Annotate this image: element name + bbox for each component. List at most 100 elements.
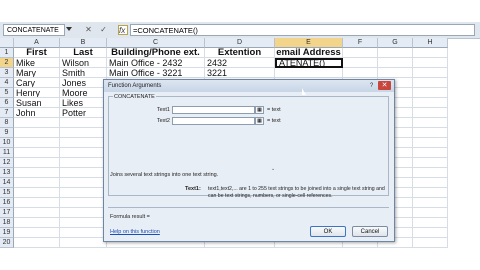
table-cell[interactable]: 2432: [205, 58, 275, 68]
column-title-cell[interactable]: Last: [60, 48, 107, 58]
table-cell[interactable]: Likes: [60, 98, 107, 108]
cell[interactable]: [60, 228, 107, 238]
cell[interactable]: [413, 168, 448, 178]
cell[interactable]: [60, 158, 107, 168]
cell[interactable]: [413, 68, 448, 78]
cell[interactable]: [14, 208, 60, 218]
row-header-3[interactable]: 3: [0, 68, 14, 78]
cell[interactable]: [60, 238, 107, 248]
text1-range-picker-icon[interactable]: ▦: [255, 106, 264, 114]
cell[interactable]: [413, 198, 448, 208]
cell[interactable]: [413, 118, 448, 128]
cell[interactable]: [343, 68, 378, 78]
cell[interactable]: [60, 208, 107, 218]
cell[interactable]: [60, 168, 107, 178]
cell[interactable]: [378, 48, 413, 58]
cell[interactable]: [14, 168, 60, 178]
cell[interactable]: [413, 228, 448, 238]
cell[interactable]: [343, 58, 378, 68]
text1-input[interactable]: [172, 106, 255, 114]
column-header-e[interactable]: E: [275, 38, 343, 48]
cell[interactable]: [14, 218, 60, 228]
cell[interactable]: [60, 118, 107, 128]
cell[interactable]: [14, 128, 60, 138]
column-header-h[interactable]: H: [413, 38, 448, 48]
row-header-8[interactable]: 8: [0, 118, 14, 128]
cell[interactable]: [413, 78, 448, 88]
row-header-9[interactable]: 9: [0, 128, 14, 138]
row-header-16[interactable]: 16: [0, 198, 14, 208]
row-header-17[interactable]: 17: [0, 208, 14, 218]
scroll-down-icon[interactable]: ⌄: [271, 166, 275, 172]
row-header-7[interactable]: 7: [0, 108, 14, 118]
table-cell[interactable]: Moore: [60, 88, 107, 98]
table-cell[interactable]: Potter: [60, 108, 107, 118]
cell[interactable]: [413, 98, 448, 108]
cell[interactable]: [14, 138, 60, 148]
ok-button[interactable]: OK: [310, 226, 346, 237]
row-header-4[interactable]: 4: [0, 78, 14, 88]
table-cell[interactable]: Cary: [14, 78, 60, 88]
table-cell[interactable]: Henry: [14, 88, 60, 98]
help-on-function-link[interactable]: Help on this function: [110, 229, 160, 235]
table-cell[interactable]: Mike: [14, 58, 60, 68]
table-cell[interactable]: Smith: [60, 68, 107, 78]
text2-input[interactable]: [172, 117, 255, 125]
cell[interactable]: [14, 188, 60, 198]
close-icon[interactable]: ✕: [378, 81, 391, 90]
name-box-dropdown-icon[interactable]: [66, 27, 72, 31]
table-cell[interactable]: Wilson: [60, 58, 107, 68]
row-header-6[interactable]: 6: [0, 98, 14, 108]
row-header-5[interactable]: 5: [0, 88, 14, 98]
column-header-b[interactable]: B: [60, 38, 107, 48]
cell[interactable]: [14, 118, 60, 128]
cell[interactable]: [413, 218, 448, 228]
cell[interactable]: [60, 138, 107, 148]
column-title-cell[interactable]: Extention: [205, 48, 275, 58]
cell[interactable]: [413, 48, 448, 58]
row-header-12[interactable]: 12: [0, 158, 14, 168]
formula-input[interactable]: =CONCATENATE(): [130, 24, 475, 36]
help-icon[interactable]: ?: [367, 82, 376, 90]
table-cell[interactable]: John: [14, 108, 60, 118]
select-all-corner[interactable]: [0, 38, 14, 48]
table-cell[interactable]: [275, 68, 343, 78]
column-header-g[interactable]: G: [378, 38, 413, 48]
cell[interactable]: [60, 178, 107, 188]
table-cell[interactable]: Main Office - 3221: [107, 68, 205, 78]
cell[interactable]: [60, 188, 107, 198]
table-cell[interactable]: 3221: [205, 68, 275, 78]
table-cell[interactable]: Main Office - 2432: [107, 58, 205, 68]
table-cell[interactable]: Susan: [14, 98, 60, 108]
cell[interactable]: [378, 68, 413, 78]
name-box[interactable]: CONCATENATE: [3, 24, 65, 36]
column-header-d[interactable]: D: [205, 38, 275, 48]
cell[interactable]: [14, 198, 60, 208]
table-cell[interactable]: Jones: [60, 78, 107, 88]
row-header-1[interactable]: 1: [0, 48, 14, 58]
column-title-cell[interactable]: email Address: [275, 48, 343, 58]
row-header-15[interactable]: 15: [0, 188, 14, 198]
column-title-cell[interactable]: First: [14, 48, 60, 58]
cell[interactable]: [413, 108, 448, 118]
row-header-19[interactable]: 19: [0, 228, 14, 238]
cell[interactable]: [60, 218, 107, 228]
cell[interactable]: [14, 228, 60, 238]
cell[interactable]: [14, 178, 60, 188]
row-header-14[interactable]: 14: [0, 178, 14, 188]
cell[interactable]: [343, 48, 378, 58]
table-cell[interactable]: Mary: [14, 68, 60, 78]
cell[interactable]: [413, 138, 448, 148]
row-header-11[interactable]: 11: [0, 148, 14, 158]
row-header-13[interactable]: 13: [0, 168, 14, 178]
enter-entry-icon[interactable]: ✓: [99, 25, 108, 35]
cancel-button[interactable]: Cancel: [352, 226, 388, 237]
cell[interactable]: [14, 238, 60, 248]
cell[interactable]: [413, 178, 448, 188]
cell[interactable]: [60, 148, 107, 158]
cell[interactable]: [413, 58, 448, 68]
cell[interactable]: [413, 208, 448, 218]
cell[interactable]: [413, 88, 448, 98]
cell[interactable]: [413, 158, 448, 168]
column-header-c[interactable]: C: [107, 38, 205, 48]
